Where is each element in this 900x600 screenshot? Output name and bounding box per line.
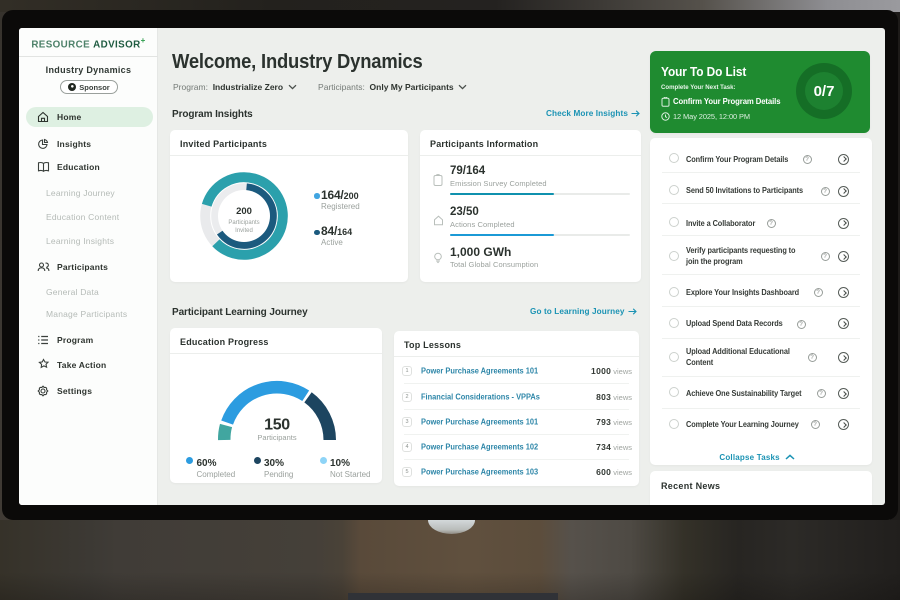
svg-text:150: 150	[264, 417, 290, 434]
svg-text:200: 200	[236, 206, 252, 217]
svg-text:Invited: Invited	[235, 228, 253, 234]
svg-text:Participants: Participants	[257, 433, 296, 442]
svg-text:Participants: Participants	[228, 220, 259, 226]
